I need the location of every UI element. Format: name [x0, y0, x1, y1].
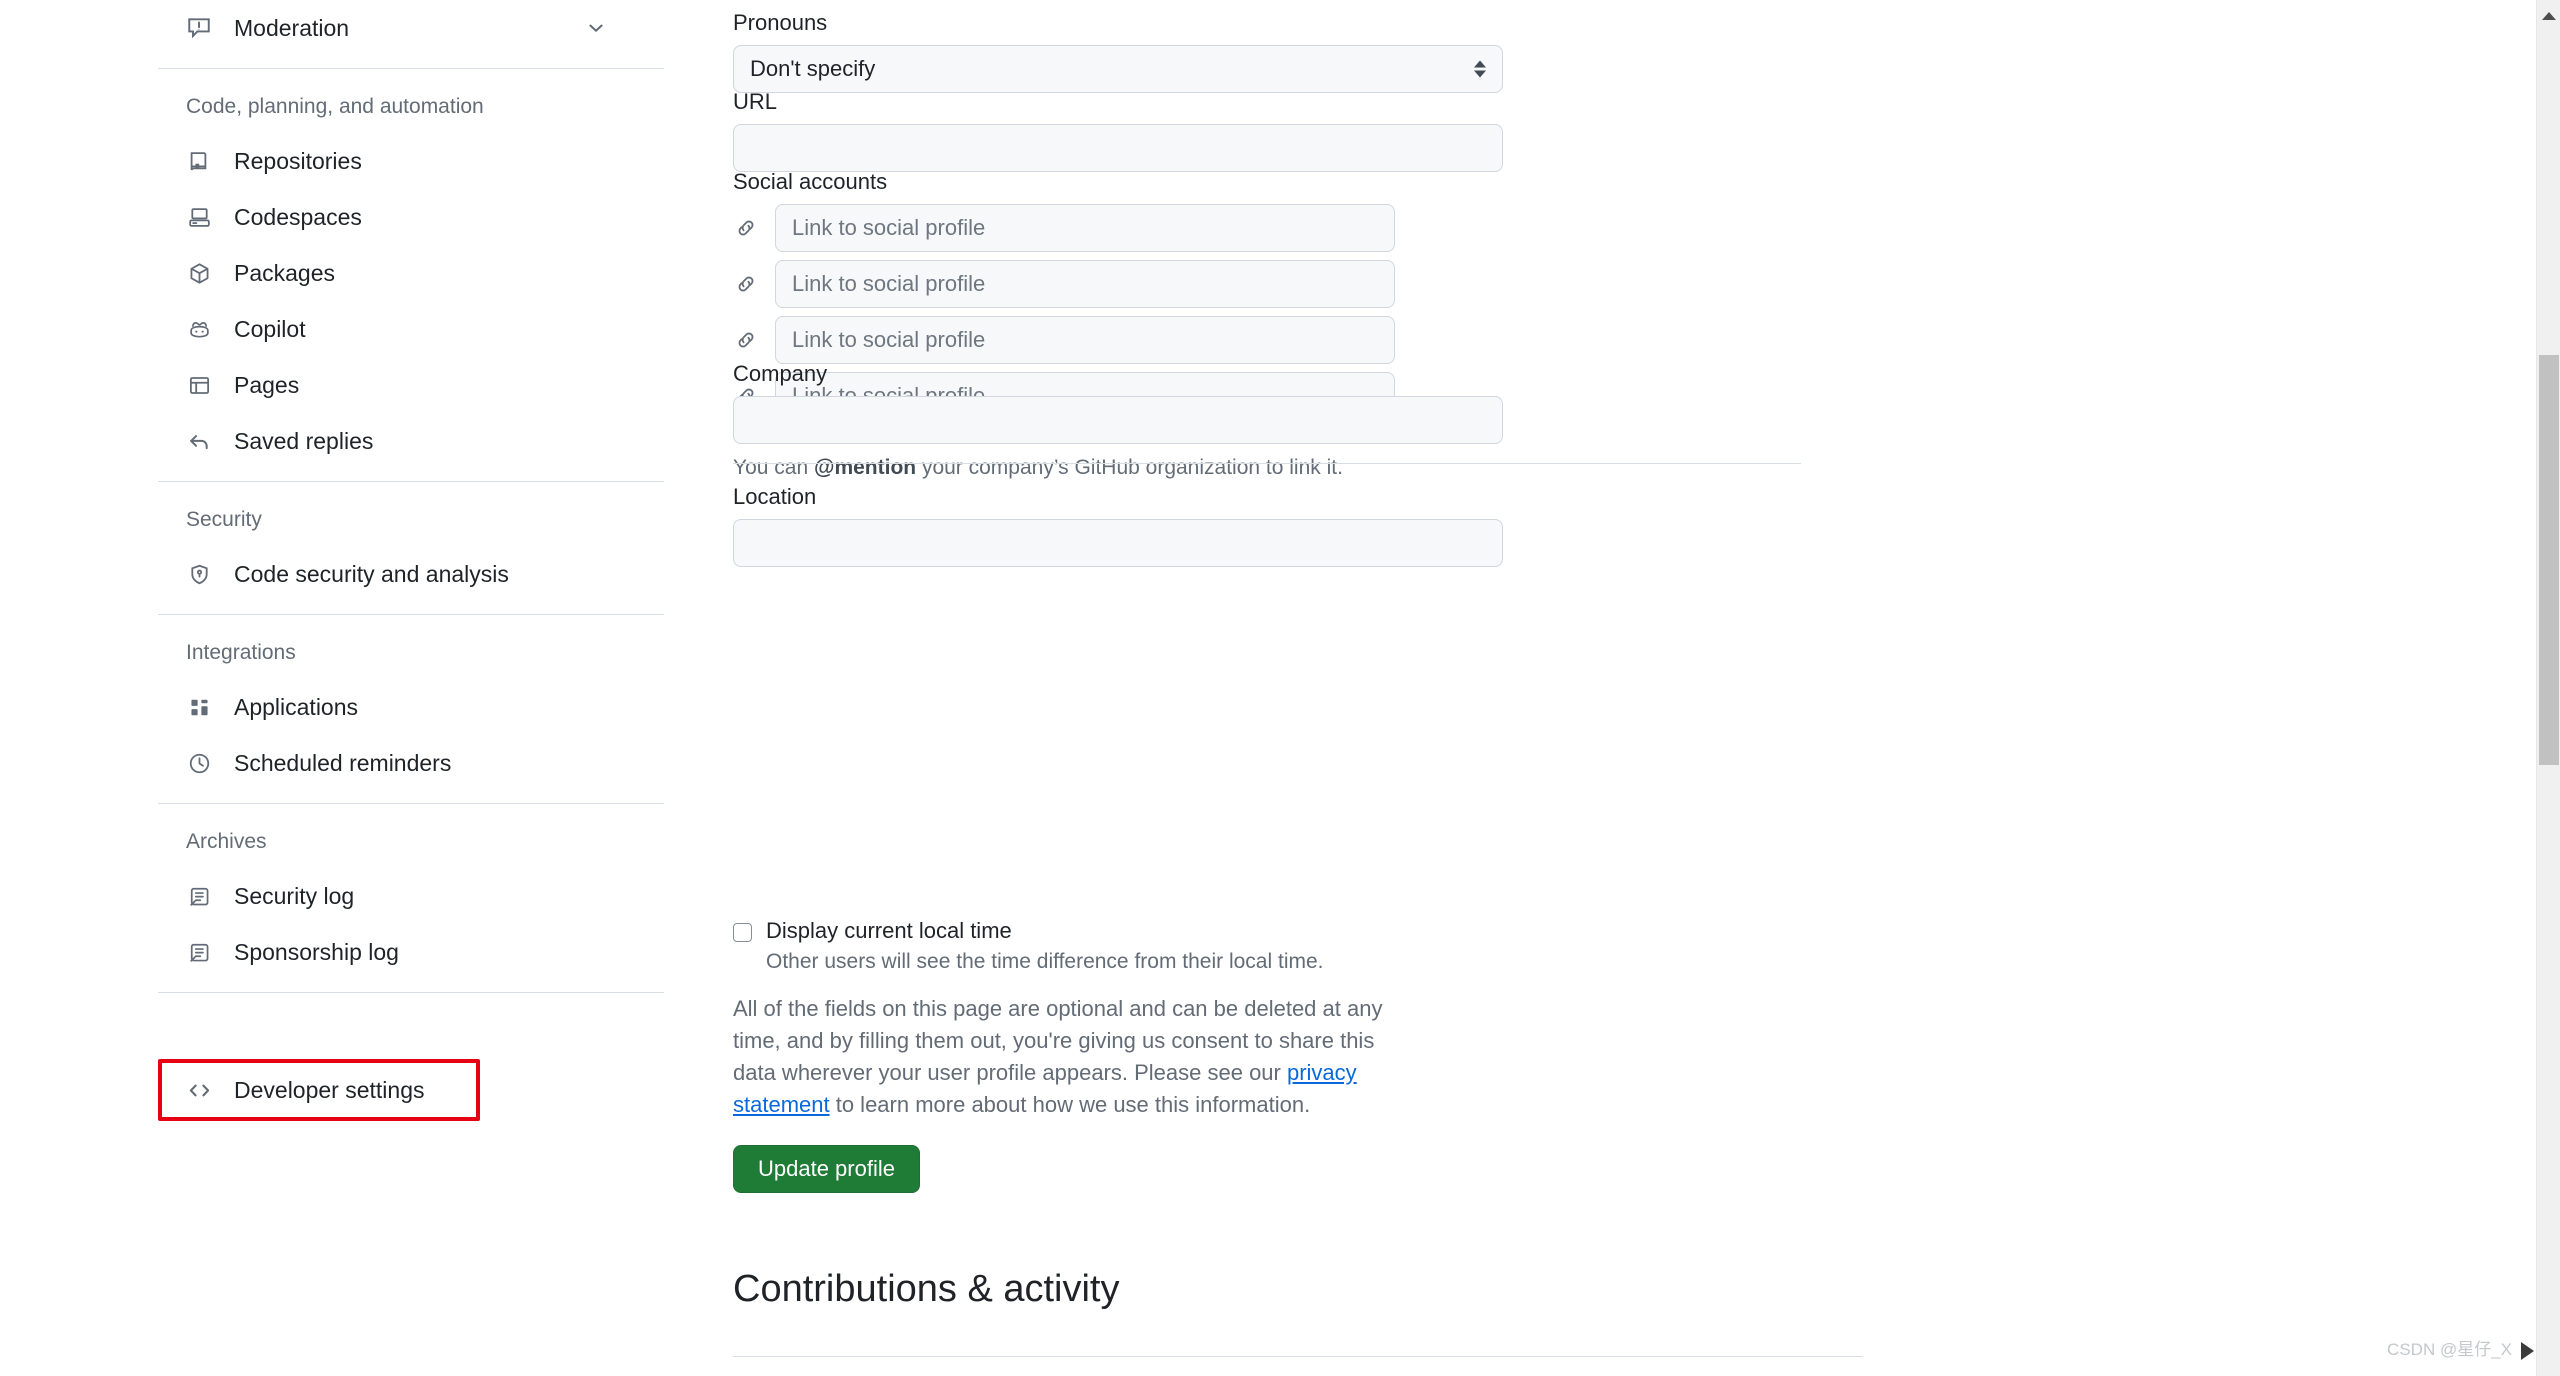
location-label: Location — [733, 484, 817, 509]
sidebar-group-title: Security — [186, 508, 262, 531]
mouse-cursor — [2521, 1342, 2534, 1360]
scrollbar-thumb[interactable] — [2539, 355, 2559, 765]
sidebar-item-label: Applications — [234, 693, 359, 720]
url-field-group: URL — [733, 89, 1503, 172]
social-accounts-label: Social accounts — [733, 169, 888, 194]
consent-text-part1: All of the fields on this page are optio… — [733, 996, 1383, 1085]
pronouns-label: Pronouns — [733, 10, 828, 35]
display-local-time-label: Display current local time — [766, 918, 1012, 943]
settings-page: Moderation Code, planning, and automatio… — [0, 0, 2560, 1376]
sidebar-item-copilot[interactable]: Copilot — [158, 301, 664, 357]
sidebar-item-repositories[interactable]: Repositories — [158, 133, 664, 189]
link-icon — [733, 271, 759, 297]
select-arrows-icon — [1474, 60, 1486, 78]
clock-icon — [186, 750, 212, 776]
code-icon — [186, 1077, 212, 1103]
social-account-row: Link to social profile — [733, 260, 1395, 308]
pronouns-value: Don't specify — [750, 56, 876, 81]
sidebar-item-code-security-and-analysis[interactable]: Code security and analysis — [158, 546, 664, 602]
sidebar-item-label: Saved replies — [234, 427, 374, 454]
codespaces-icon — [186, 204, 212, 230]
sidebar-item-label: Code security and analysis — [234, 560, 509, 587]
sidebar-group-title: Archives — [186, 830, 267, 853]
sidebar-divider — [158, 614, 664, 615]
sidebar-group-title: Code, planning, and automation — [186, 95, 484, 118]
social-input[interactable]: Link to social profile — [775, 316, 1395, 364]
company-input[interactable] — [733, 396, 1503, 444]
sidebar-item-security-log[interactable]: Security log — [158, 868, 664, 924]
social-account-row: Link to social profile — [733, 204, 1395, 252]
settings-sidebar: Moderation Code, planning, and automatio… — [158, 0, 664, 1376]
social-placeholder: Link to social profile — [792, 215, 986, 240]
sidebar-item-label: Packages — [234, 259, 336, 286]
social-placeholder: Link to social profile — [792, 327, 986, 352]
copilot-icon — [186, 316, 212, 342]
sidebar-item-applications[interactable]: Applications — [158, 679, 664, 735]
package-icon — [186, 260, 212, 286]
browser-icon — [186, 372, 212, 398]
sidebar-item-developer-settings[interactable]: Developer settings — [158, 1059, 480, 1121]
sidebar-item-packages[interactable]: Packages — [158, 245, 664, 301]
company-help-prefix: You can — [733, 456, 814, 479]
sidebar-item-saved-replies[interactable]: Saved replies — [158, 413, 664, 469]
sidebar-item-pages[interactable]: Pages — [158, 357, 664, 413]
sidebar-item-label: Pages — [234, 371, 300, 398]
social-placeholder: Link to social profile — [792, 271, 986, 296]
contributions-divider — [733, 1356, 1863, 1357]
display-local-time-checkbox[interactable] — [733, 923, 752, 942]
link-icon — [733, 215, 759, 241]
link-icon — [733, 327, 759, 353]
chevron-down-icon[interactable] — [586, 18, 606, 38]
sidebar-item-label: Codespaces — [234, 203, 362, 230]
consent-paragraph: All of the fields on this page are optio… — [733, 993, 1413, 1121]
repo-icon — [186, 148, 212, 174]
url-input[interactable] — [733, 124, 1503, 172]
sidebar-item-scheduled-reminders[interactable]: Scheduled reminders — [158, 735, 664, 791]
location-field-group: Location — [733, 484, 1503, 567]
social-input[interactable]: Link to social profile — [775, 204, 1395, 252]
consent-text-part2: to learn more about how we use this info… — [829, 1091, 1311, 1117]
location-input[interactable] — [733, 519, 1503, 567]
report-icon — [186, 15, 212, 41]
log-icon — [186, 939, 212, 965]
sidebar-item-moderation[interactable]: Moderation — [158, 0, 664, 56]
local-time-text: Display current local time Other users w… — [766, 918, 1324, 974]
sidebar-divider — [158, 803, 664, 804]
pronouns-select[interactable]: Don't specify — [733, 45, 1503, 93]
sidebar-item-label: Moderation — [234, 14, 350, 41]
update-profile-button[interactable]: Update profile — [733, 1145, 920, 1193]
company-label: Company — [733, 361, 828, 386]
social-account-row: Link to social profile — [733, 316, 1395, 364]
sidebar-divider — [158, 481, 664, 482]
sidebar-item-label: Repositories — [234, 147, 362, 174]
log-icon — [186, 883, 212, 909]
display-local-time-sub: Other users will see the time difference… — [766, 950, 1324, 973]
vertical-scrollbar[interactable] — [2536, 0, 2560, 1376]
watermark: CSDN @星仔_X — [2387, 1340, 2512, 1359]
url-label: URL — [733, 89, 778, 114]
reply-icon — [186, 428, 212, 454]
apps-icon — [186, 694, 212, 720]
company-help-suffix: your company’s GitHub organization to li… — [916, 456, 1343, 479]
pronouns-field-group: Pronouns Don't specify — [733, 10, 1503, 93]
sidebar-item-label: Scheduled reminders — [234, 749, 452, 776]
sidebar-item-label: Developer settings — [234, 1076, 425, 1103]
sidebar-item-label: Sponsorship log — [234, 938, 399, 965]
sidebar-item-codespaces[interactable]: Codespaces — [158, 189, 664, 245]
sidebar-item-label: Copilot — [234, 315, 306, 342]
sidebar-divider — [158, 68, 664, 69]
sidebar-divider — [158, 992, 664, 993]
shield-lock-icon — [186, 561, 212, 587]
social-input[interactable]: Link to social profile — [775, 260, 1395, 308]
mention-link[interactable]: @mention — [814, 456, 916, 479]
sidebar-item-label: Security log — [234, 882, 355, 909]
company-help-text: You can @mention your company’s GitHub o… — [733, 456, 1503, 480]
scroll-up-arrow-icon[interactable] — [2541, 12, 2556, 20]
sidebar-group-title: Integrations — [186, 641, 296, 664]
contributions-heading: Contributions & activity — [733, 1268, 1120, 1310]
section-divider — [733, 463, 1801, 464]
sidebar-item-sponsorship-log[interactable]: Sponsorship log — [158, 924, 664, 980]
local-time-group: Display current local time Other users w… — [733, 918, 1493, 974]
